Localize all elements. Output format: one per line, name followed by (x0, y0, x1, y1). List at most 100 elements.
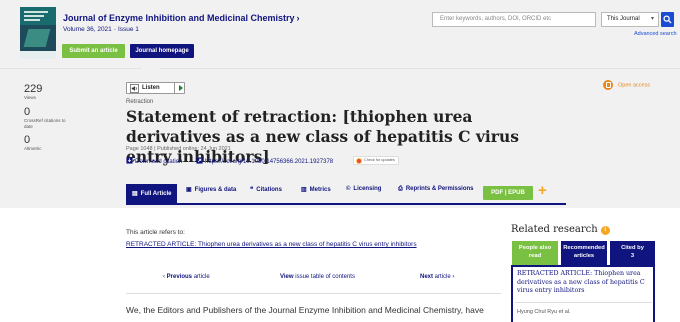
tab-label-line: articles (573, 253, 595, 259)
previous-label: Previous (166, 274, 193, 280)
listen-label: Listen (142, 85, 160, 91)
metric-value: 0 (24, 134, 31, 146)
issue-link[interactable]: Issue 1 (118, 26, 139, 33)
tab-label: Licensing (353, 186, 382, 192)
metric-altmetric[interactable]: 0 Altmetric (24, 134, 42, 152)
cover-graphic (23, 29, 51, 47)
advanced-search-link[interactable]: Advanced search (634, 31, 677, 37)
tab-label-line: Cited by (621, 245, 644, 251)
metric-citations[interactable]: 0 CrossRef citations to date (24, 106, 70, 129)
tab-underline (126, 203, 566, 205)
metric-label: CrossRef citations to date (24, 118, 66, 129)
tab-label-line: People also (518, 245, 552, 251)
crossmark-icon (356, 158, 362, 164)
journal-homepage-button[interactable]: Journal homepage (130, 44, 194, 58)
tab-licensing[interactable]: © Licensing (346, 186, 381, 192)
issue-toc-link[interactable]: View issue table of contents (280, 274, 355, 280)
bar-chart-icon: ▥ (301, 187, 307, 193)
doi-text: https://doi.org/10.1080/14756366.2021.19… (205, 159, 334, 165)
tab-label: Reprints & Permissions (405, 186, 474, 192)
doi-link[interactable]: https://doi.org/10.1080/14756366.2021.19… (196, 157, 333, 165)
search-icon (663, 15, 672, 24)
previous-article-link[interactable]: ‹ Previous article (163, 274, 210, 280)
page-info: Page 1048 | Published online: 24 Jun 202… (126, 146, 231, 152)
journal-title-link[interactable]: Journal of Enzyme Inhibition and Medicin… (63, 13, 300, 23)
metric-views: 229 Views (24, 83, 42, 101)
tab-cited-by[interactable]: Cited by 3 (610, 241, 655, 265)
tab-figures-data[interactable]: ▣ Figures & data (186, 186, 236, 193)
speaker-icon (130, 84, 139, 93)
open-access-label: Open access (618, 82, 651, 89)
cover-footer (20, 51, 56, 59)
tab-people-also-read[interactable]: People also read (512, 241, 558, 265)
article-type: Retraction (126, 99, 154, 105)
chevron-right-icon: › (450, 274, 455, 280)
copyright-icon: © (346, 186, 351, 192)
header-pointer (141, 68, 161, 76)
tab-label-line: 3 (630, 253, 635, 259)
play-icon[interactable] (174, 83, 185, 93)
quote-icon: ❝ (250, 187, 254, 193)
journal-title[interactable]: Journal of Enzyme Inhibition and Medicin… (63, 13, 295, 23)
next-label: Next (420, 274, 434, 280)
download-citation-label: Download citation (135, 159, 183, 165)
toc-label: View (280, 274, 294, 280)
listen-button[interactable]: Listen (126, 82, 185, 94)
tab-label: Citations (256, 187, 282, 193)
plus-icon[interactable]: + (538, 182, 547, 199)
download-citation-link[interactable]: Download citation (126, 157, 182, 165)
tab-metrics[interactable]: ▥ Metrics (301, 186, 331, 193)
related-article-link[interactable]: RETRACTED ARTICLE: Thiophen urea derivat… (517, 270, 653, 296)
tab-label: Figures & data (194, 187, 237, 193)
info-icon[interactable]: i (600, 226, 610, 235)
check-for-updates-button[interactable]: Check for updates (353, 156, 399, 165)
article-body-text: We, the Editors and Publishers of the Jo… (126, 305, 484, 315)
tab-recommended-articles[interactable]: Recommended articles (561, 241, 607, 265)
metric-label: Altmetric (24, 146, 42, 151)
tab-full-article[interactable]: ▤ Full Article (126, 184, 178, 204)
search-scope-select[interactable]: This Journal ▾ (601, 12, 659, 27)
search-button[interactable] (661, 12, 674, 27)
open-access-badge: Open access (603, 80, 650, 90)
chevron-right-icon: › (296, 13, 300, 23)
tab-label: Full Article (140, 191, 172, 197)
divider (515, 302, 652, 303)
related-article-authors: Hyung Chul Ryu et al. (517, 309, 571, 315)
document-icon: ▤ (132, 191, 138, 197)
tab-label: Metrics (309, 187, 331, 193)
refers-to-label: This article refers to: (126, 229, 185, 236)
toc-label-rest: issue table of contents (293, 274, 355, 280)
metric-value: 0 (24, 106, 31, 118)
cover-title-line (24, 11, 48, 13)
article-title: Statement of retraction: [thiophen urea … (126, 107, 519, 166)
next-article-link[interactable]: Next article › (420, 274, 454, 280)
search-input[interactable]: Enter keywords, authors, DOI, ORCID etc (432, 12, 596, 27)
download-icon (126, 157, 133, 164)
divider (126, 293, 501, 294)
open-lock-icon (603, 80, 613, 90)
submit-article-button[interactable]: Submit an article (62, 44, 125, 58)
tab-reprints-permissions[interactable]: ⎙ Reprints & Permissions (398, 186, 474, 193)
journal-cover-image[interactable] (20, 7, 56, 59)
tab-label-line: Recommended (563, 245, 605, 251)
retracted-article-link[interactable]: RETRACTED ARTICLE: Thiophen urea derivat… (126, 241, 417, 248)
image-icon: ▣ (186, 187, 192, 193)
check-updates-label: Check for updates (364, 158, 395, 162)
chevron-down-icon: ▾ (650, 16, 654, 22)
next-label-rest: article (433, 274, 451, 280)
metric-value: 229 (24, 83, 43, 95)
related-research-heading: Related research i (511, 224, 610, 235)
link-icon (196, 157, 203, 164)
pdf-epub-button[interactable]: PDF | EPUB (483, 186, 533, 200)
search-scope-value: This Journal (607, 16, 640, 22)
tab-citations[interactable]: ❝ Citations (250, 186, 282, 193)
print-icon: ⎙ (398, 186, 403, 192)
metric-label: Views (24, 95, 36, 100)
previous-label-rest: article (192, 274, 210, 280)
cover-title-line (24, 19, 40, 21)
volume-issue-separator: - (113, 26, 116, 33)
cover-title-line (24, 15, 44, 17)
related-research-title: Related research (511, 224, 598, 235)
tab-label-line: read (528, 253, 542, 259)
volume-label: Volume 36, 2021 (63, 26, 112, 33)
